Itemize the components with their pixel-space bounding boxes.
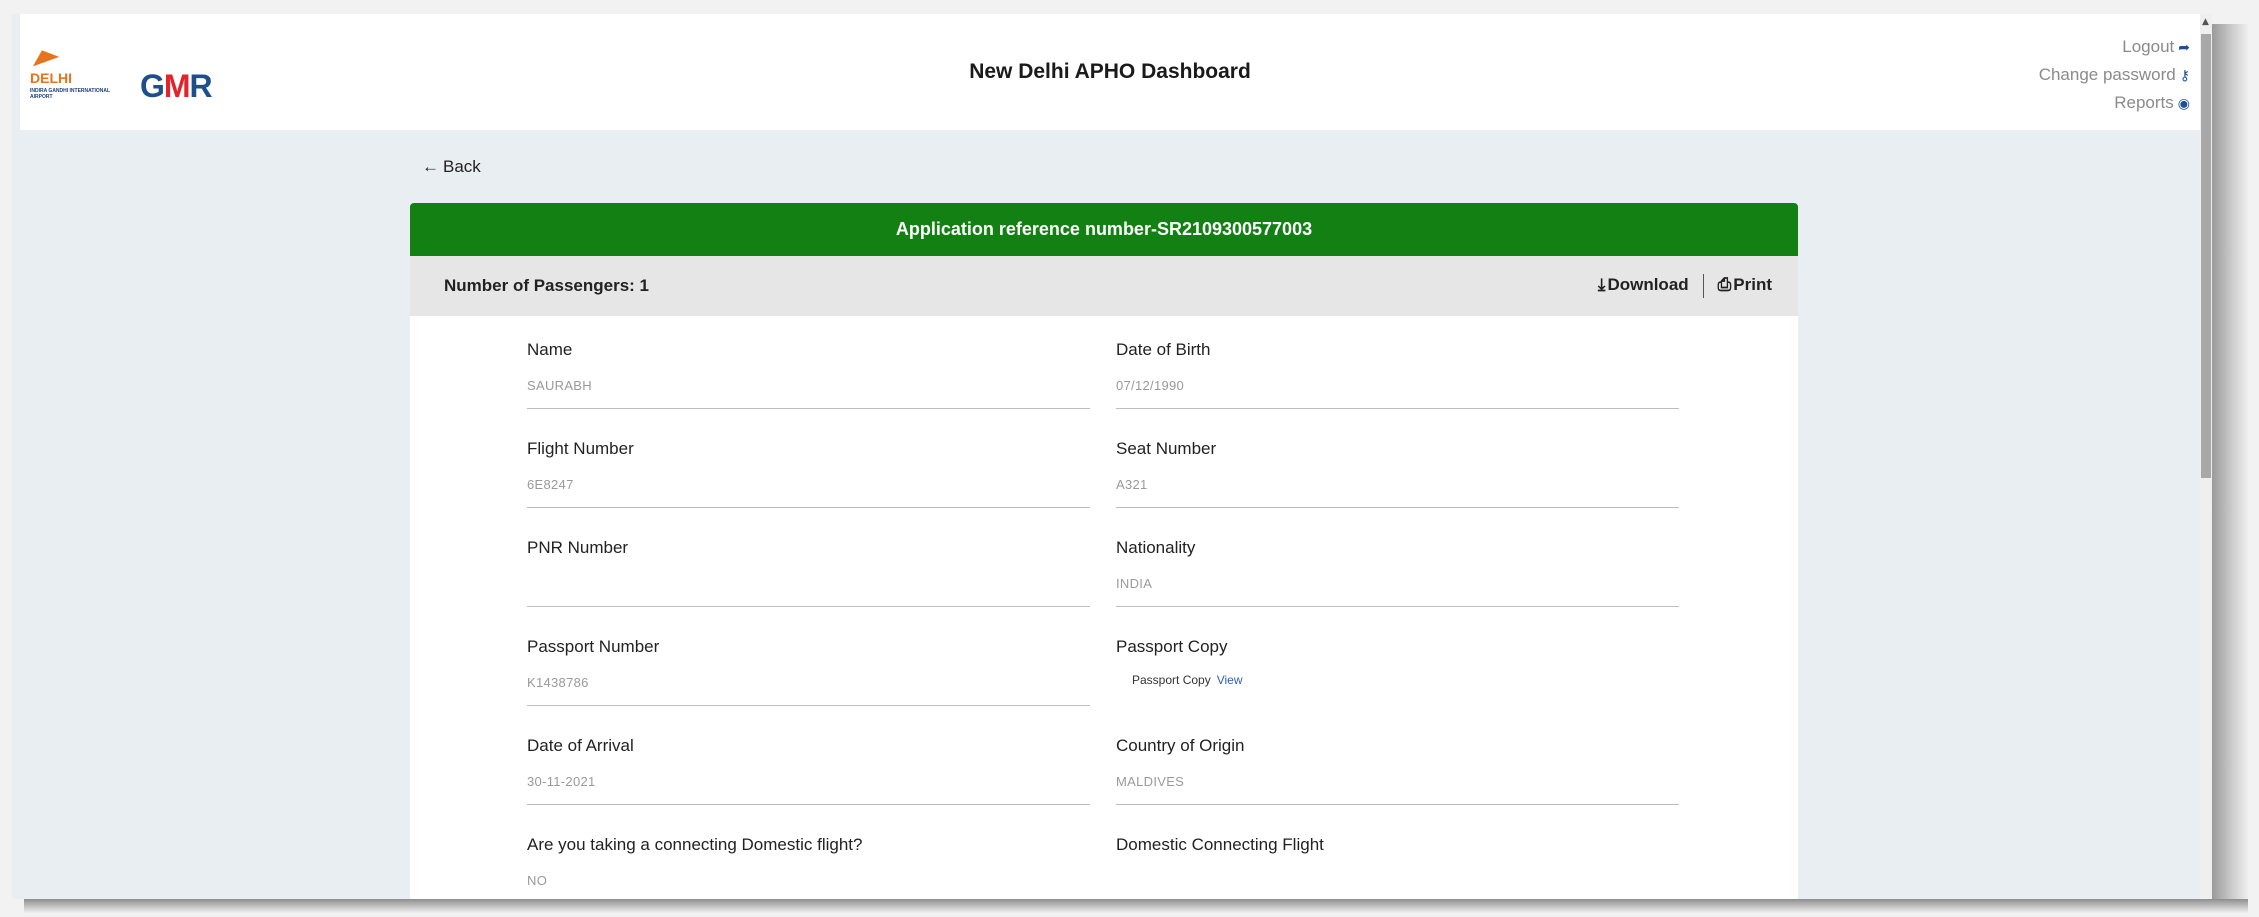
delhi-logo-subtext: INDIRA GANDHI INTERNATIONAL AIRPORT	[30, 88, 110, 100]
print-label: Print	[1733, 275, 1772, 295]
passport-view-link[interactable]: View	[1217, 673, 1243, 687]
application-card: Application reference number-SR210930057…	[410, 203, 1798, 899]
field-value: MALDIVES	[1116, 774, 1185, 789]
action-divider	[1702, 274, 1704, 298]
field-label: Are you taking a connecting Domestic fli…	[527, 835, 863, 854]
print-button[interactable]: ⎙ Print	[1718, 275, 1772, 294]
download-icon: ⤓	[1597, 275, 1606, 295]
logout-label: Logout	[2122, 37, 2175, 56]
card-actions: ⤓ Download ⎙ Print	[1598, 274, 1772, 298]
field-date-of-birth: Date of Birth 07/12/1990	[1116, 330, 1679, 409]
field-label: Country of Origin	[1116, 736, 1245, 755]
field-value: 6E8247	[527, 477, 574, 492]
field-name: Name SAURABH	[527, 330, 1090, 409]
change-password-label: Change password	[2038, 65, 2176, 84]
field-label: Passport Number	[527, 637, 660, 656]
field-value: NO	[527, 873, 548, 888]
passport-copy-value: Passport Copy View	[1132, 673, 1243, 687]
key-icon: ⚷	[2179, 67, 2190, 83]
field-seat-number: Seat Number A321	[1116, 429, 1679, 508]
passport-copy-text: Passport Copy	[1132, 673, 1211, 687]
field-label: PNR Number	[527, 538, 629, 557]
field-country-of-origin: Country of Origin MALDIVES	[1116, 726, 1679, 805]
field-flight-number: Flight Number 6E8247	[527, 429, 1090, 508]
download-label: Download	[1607, 275, 1689, 295]
account-links: Logout ➦ Change password ⚷ Reports ◉	[2039, 33, 2190, 117]
logout-icon: ➦	[2178, 39, 2190, 55]
scrollbar-thumb[interactable]	[2201, 34, 2211, 478]
back-link[interactable]: ← Back	[422, 157, 481, 177]
download-button[interactable]: ⤓ Download	[1598, 275, 1689, 294]
back-label: Back	[443, 157, 481, 176]
vertical-scrollbar[interactable]: ▲	[2200, 14, 2212, 899]
application-reference-header: Application reference number-SR210930057…	[410, 203, 1798, 256]
field-passport-copy: Passport Copy Passport Copy View	[1116, 627, 1679, 705]
field-label: Name	[527, 340, 573, 359]
field-value: SAURABH	[527, 378, 592, 393]
field-value: K1438786	[527, 675, 589, 690]
field-date-of-arrival: Date of Arrival 30-11-2021	[527, 726, 1090, 805]
field-label: Date of Arrival	[527, 736, 634, 755]
change-password-link[interactable]: Change password ⚷	[2039, 61, 2190, 89]
reports-label: Reports	[2114, 93, 2174, 112]
field-label: Seat Number	[1116, 439, 1217, 458]
field-value: 30-11-2021	[527, 774, 596, 789]
field-label: Date of Birth	[1116, 340, 1211, 359]
field-label: Passport Copy	[1116, 637, 1228, 656]
field-pnr-number: PNR Number	[527, 528, 1090, 607]
scroll-up-icon[interactable]: ▲	[2202, 18, 2209, 27]
field-value: A321	[1116, 477, 1148, 492]
field-connecting-domestic: Are you taking a connecting Domestic fli…	[527, 825, 1090, 899]
passenger-count: Number of Passengers: 1	[444, 276, 650, 295]
window-shadow-right	[2212, 24, 2248, 909]
field-passport-number: Passport Number K1438786	[527, 627, 1090, 706]
reports-link[interactable]: Reports ◉	[2039, 89, 2190, 117]
passenger-toolbar: Number of Passengers: 1 ⤓ Download ⎙ Print	[410, 256, 1798, 316]
field-nationality: Nationality INDIA	[1116, 528, 1679, 607]
logout-link[interactable]: Logout ➦	[2039, 33, 2190, 61]
print-icon: ⎙	[1717, 275, 1732, 295]
page-title: New Delhi APHO Dashboard	[969, 60, 1251, 83]
field-label: Flight Number	[527, 439, 634, 458]
field-domestic-connecting-flight: Domestic Connecting Flight	[1116, 825, 1679, 899]
arrow-left-icon: ←	[422, 157, 439, 176]
field-value: 07/12/1990	[1116, 378, 1185, 393]
top-header: DELHI INDIRA GANDHI INTERNATIONAL AIRPOR…	[20, 14, 2200, 130]
field-value: INDIA	[1116, 576, 1153, 591]
field-label: Domestic Connecting Flight	[1116, 835, 1324, 854]
browser-viewport: DELHI INDIRA GANDHI INTERNATIONAL AIRPOR…	[12, 14, 2212, 899]
window-shadow-bottom	[24, 899, 2248, 913]
eye-icon: ◉	[2177, 95, 2190, 111]
field-label: Nationality	[1116, 538, 1196, 557]
